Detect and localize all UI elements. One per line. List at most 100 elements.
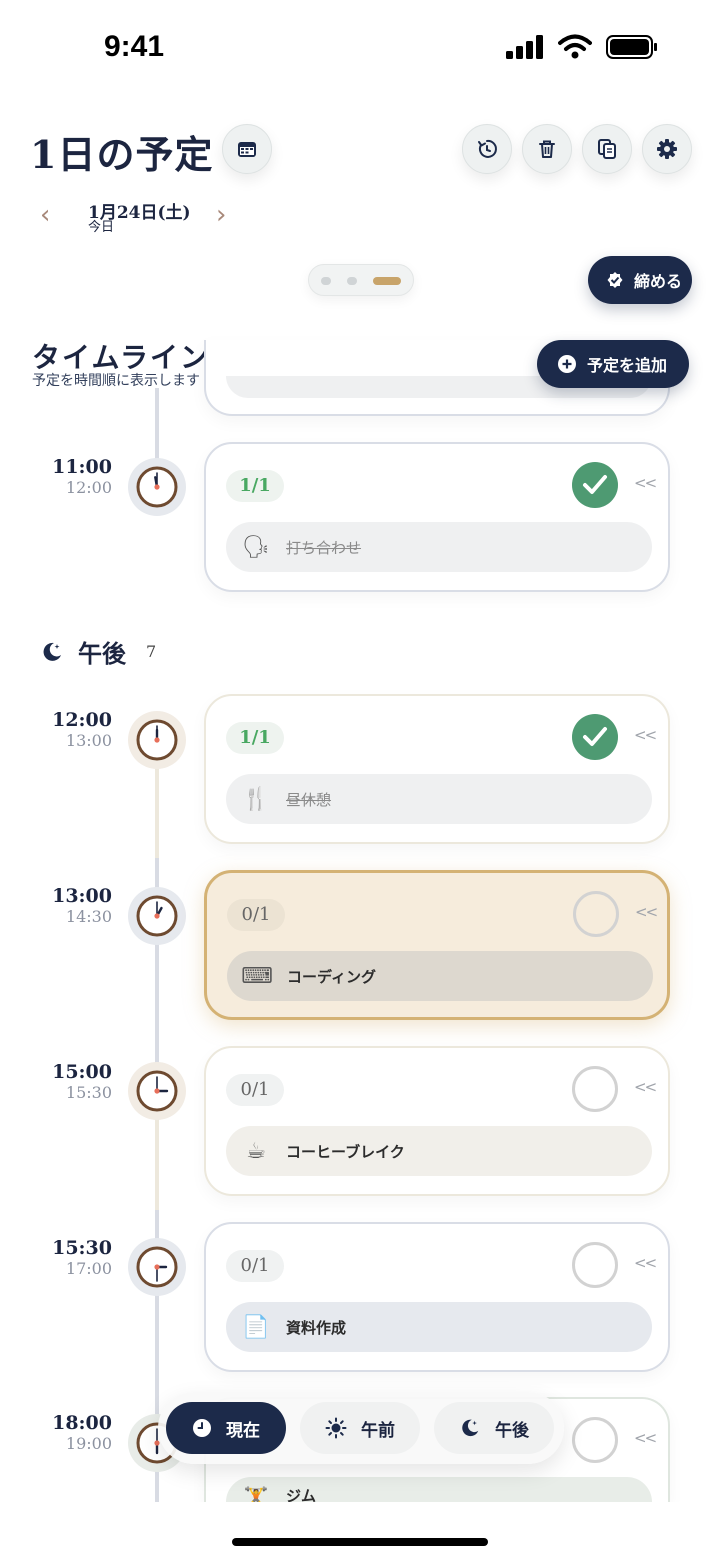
- collapse-button[interactable]: 締める: [588, 256, 692, 304]
- jump-afternoon-button[interactable]: 午後: [434, 1402, 554, 1454]
- collapse-label: 締める: [634, 272, 683, 291]
- task-row[interactable]: ⌨ コーディング: [227, 951, 653, 1001]
- progress-count: 0/1: [226, 1250, 284, 1282]
- copy-button[interactable]: [582, 124, 632, 174]
- task-row[interactable]: ☕ コーヒーブレイク: [226, 1126, 652, 1176]
- progress-count: 1/1: [226, 722, 284, 754]
- time-range: 15:30 17:00: [40, 1237, 112, 1278]
- jump-now-label: 現在: [226, 1420, 260, 1441]
- page-title: 1日の予定: [30, 132, 214, 177]
- progress-count: 0/1: [227, 899, 285, 931]
- jump-afternoon-label: 午後: [495, 1420, 529, 1441]
- task-row[interactable]: 🏋 ジム: [226, 1477, 652, 1504]
- timeline-line: [155, 1120, 159, 1210]
- task-row[interactable]: 🗣 打ち合わせ: [226, 522, 652, 572]
- keyboard-icon: ⌨: [241, 963, 273, 989]
- complete-toggle[interactable]: [572, 1066, 618, 1112]
- complete-toggle[interactable]: [572, 714, 618, 760]
- page-dot-2: [347, 277, 357, 285]
- date-navigation: ‹ 1月24日(土) 今日 ›: [40, 196, 240, 236]
- moon-icon: [462, 1419, 479, 1437]
- document-icon: 📄: [242, 1314, 270, 1340]
- calendar-button[interactable]: [222, 124, 272, 174]
- next-day-button[interactable]: ›: [216, 200, 226, 230]
- task-title: コーディング: [287, 967, 376, 986]
- clock-icon: [128, 1062, 186, 1120]
- signal-icon: [506, 35, 543, 59]
- collapse-arrow-button[interactable]: <<: [634, 474, 657, 492]
- end-time: 14:30: [65, 907, 112, 926]
- complete-toggle[interactable]: [573, 891, 619, 937]
- status-icons: [506, 34, 658, 60]
- date-today-label: 今日: [88, 220, 115, 235]
- afternoon-title: 午後: [78, 639, 126, 668]
- collapse-arrow-button[interactable]: <<: [635, 903, 658, 921]
- task-card[interactable]: 0/1 << 📄 資料作成: [204, 1222, 670, 1372]
- start-time: 15:30: [52, 1237, 112, 1259]
- fork-knife-icon: 🍴: [242, 786, 270, 812]
- page-dot-active: [373, 277, 401, 285]
- status-time: 9:41: [104, 30, 165, 63]
- add-event-button[interactable]: 予定を追加: [537, 340, 689, 388]
- collapse-arrow-button[interactable]: <<: [634, 1078, 657, 1096]
- jump-morning-button[interactable]: 午前: [300, 1402, 420, 1454]
- plus-circle-icon: [558, 355, 576, 373]
- clock-icon: [128, 458, 186, 516]
- collapse-arrow-button[interactable]: <<: [634, 1429, 657, 1447]
- checkmark-icon: [583, 727, 607, 746]
- time-range: 12:00 13:00: [40, 709, 112, 750]
- clock-icon: [128, 711, 186, 769]
- bottom-safe-area: [0, 1502, 720, 1560]
- timeline-line: [155, 388, 159, 464]
- task-title: 昼休憩: [286, 790, 332, 809]
- trash-icon: [539, 140, 555, 158]
- page-indicator[interactable]: [308, 264, 414, 296]
- home-indicator[interactable]: [232, 1538, 488, 1546]
- coffee-icon: ☕: [246, 1138, 266, 1164]
- task-title: 打ち合わせ: [286, 538, 362, 557]
- moon-icon: [43, 642, 61, 661]
- end-time: 15:30: [65, 1083, 112, 1102]
- collapse-arrow-button[interactable]: <<: [634, 1254, 657, 1272]
- clock-icon: [128, 887, 186, 945]
- complete-toggle[interactable]: [572, 1242, 618, 1288]
- task-row[interactable]: 🍴 昼休憩: [226, 774, 652, 824]
- complete-toggle[interactable]: [572, 462, 618, 508]
- task-title: 資料作成: [286, 1318, 347, 1337]
- timeline-subtitle: 予定を時間順に表示します: [32, 373, 200, 389]
- complete-toggle[interactable]: [572, 1417, 618, 1463]
- page-dot-1: [321, 277, 331, 285]
- settings-button[interactable]: [642, 124, 692, 174]
- time-range: 13:00 14:30: [40, 885, 112, 926]
- delete-button[interactable]: [522, 124, 572, 174]
- gear-icon: [657, 139, 677, 159]
- jump-now-button[interactable]: 現在: [166, 1402, 286, 1454]
- checkmark-icon: [583, 475, 607, 494]
- previous-day-button[interactable]: ‹: [40, 200, 50, 230]
- task-title: コーヒーブレイク: [286, 1142, 405, 1161]
- task-card-active[interactable]: 0/1 << ⌨ コーディング: [204, 870, 670, 1020]
- task-card[interactable]: 1/1 << 🗣 打ち合わせ: [204, 442, 670, 592]
- sun-icon: [325, 1417, 347, 1439]
- copy-icon: [598, 139, 616, 159]
- add-event-label: 予定を追加: [587, 356, 668, 375]
- clock-icon: [128, 1238, 186, 1296]
- time-range: 18:00 19:00: [40, 1412, 112, 1453]
- start-time: 12:00: [52, 709, 112, 731]
- collapse-arrow-button[interactable]: <<: [634, 726, 657, 744]
- time-range: 15:00 15:30: [40, 1061, 112, 1102]
- wifi-icon: [558, 34, 592, 59]
- start-time: 15:00: [52, 1061, 112, 1083]
- check-badge-icon: [607, 272, 623, 288]
- jump-morning-label: 午前: [361, 1420, 395, 1441]
- speaking-head-icon: 🗣: [242, 534, 270, 560]
- task-card[interactable]: 1/1 << 🍴 昼休憩: [204, 694, 670, 844]
- task-card[interactable]: 0/1 << ☕ コーヒーブレイク: [204, 1046, 670, 1196]
- reset-icon: [478, 139, 497, 158]
- time-jump-bar: 現在 午前 午後: [158, 1392, 564, 1464]
- clock-small-icon: [193, 1419, 211, 1437]
- afternoon-count: 7: [146, 642, 157, 661]
- task-row[interactable]: 📄 資料作成: [226, 1302, 652, 1352]
- calendar-icon: [238, 142, 256, 157]
- reset-button[interactable]: [462, 124, 512, 174]
